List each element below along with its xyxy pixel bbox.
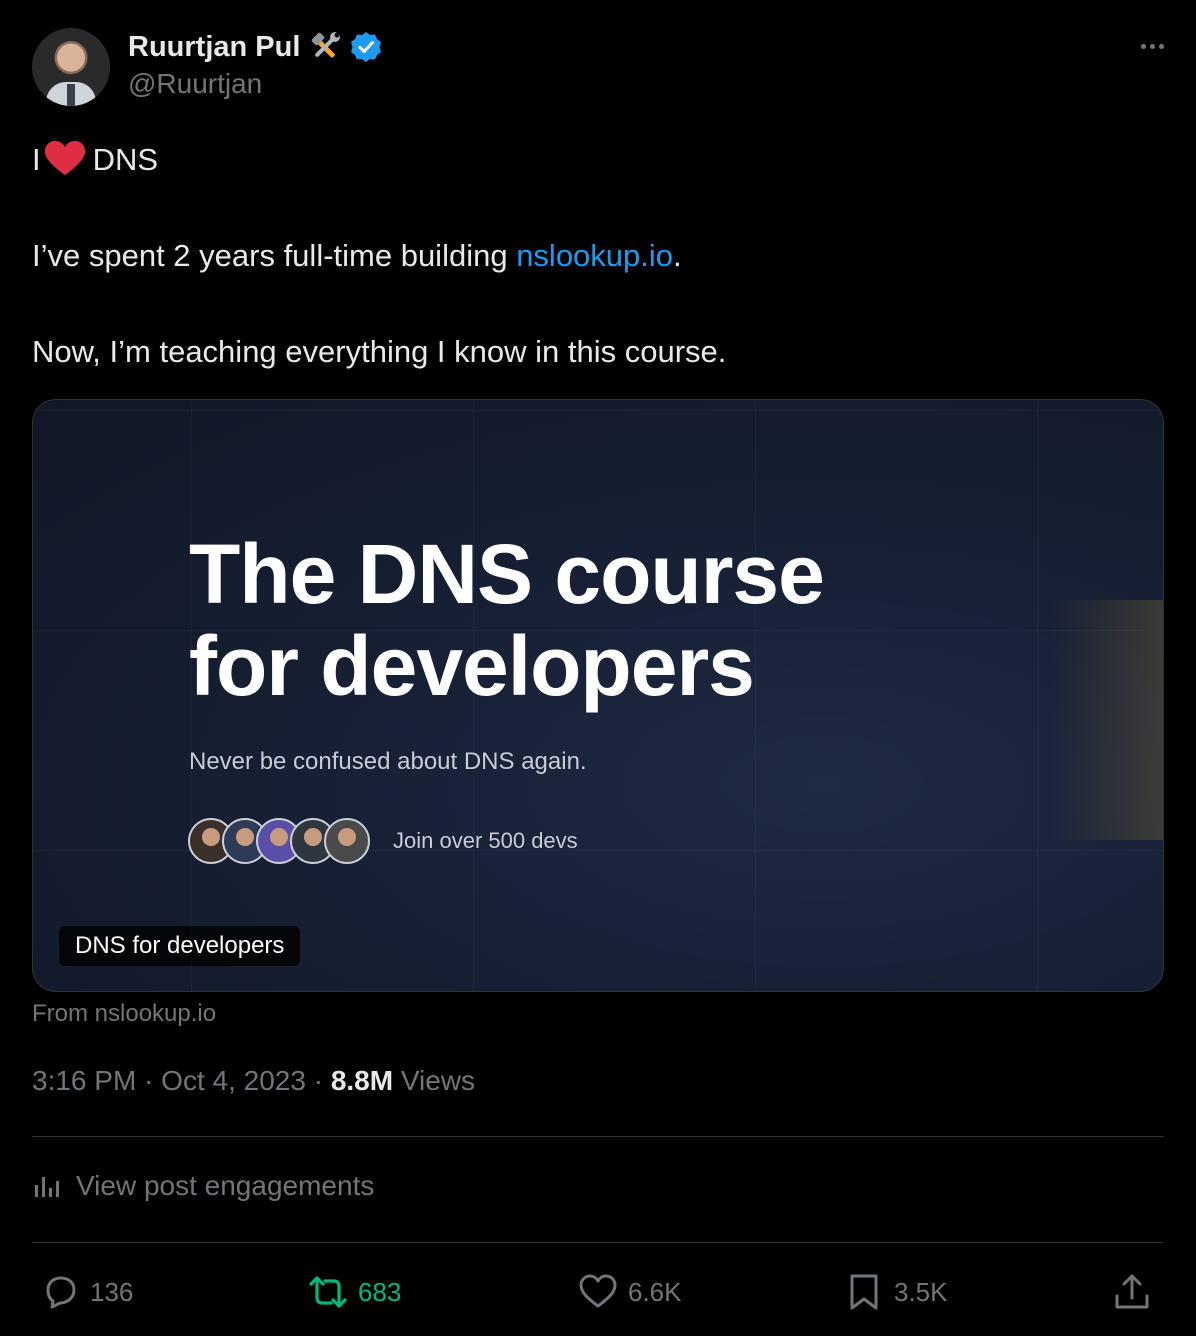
author-name-row: Ruurtjan Pul	[128, 28, 382, 66]
analytics-icon	[35, 1177, 59, 1197]
link-preview-card[interactable]: The DNS course for developers Never be c…	[32, 399, 1164, 992]
tweet-meta: 3:16 PM · Oct 4, 2023 · 8.8M Views	[32, 1065, 475, 1097]
action-bar: 136 683 6.6K 3.5K	[32, 1266, 1164, 1318]
repost-icon	[309, 1276, 347, 1308]
views-count: 8.8M	[330, 1065, 394, 1096]
view-engagements-button[interactable]: View post engagements	[32, 1170, 374, 1202]
dot-icon	[1158, 43, 1164, 49]
reply-count: 136	[90, 1276, 134, 1307]
view-engagements-label: View post engagements	[76, 1170, 375, 1201]
author-handle[interactable]: @Ruurtjan	[128, 68, 262, 100]
avatar-stack	[188, 818, 370, 864]
divider	[32, 1242, 1164, 1243]
card-headline: The DNS course for developers	[189, 528, 1089, 712]
red-heart-icon	[44, 141, 85, 175]
tweet-line-3: Now, I’m teaching everything I know in t…	[32, 334, 727, 369]
tweet-line-1-end: DNS	[92, 142, 159, 177]
dev-avatar	[324, 818, 370, 864]
repost-count: 683	[358, 1276, 402, 1307]
verified-badge-icon[interactable]	[350, 31, 382, 63]
card-headline-line-1: The DNS course	[189, 527, 825, 621]
card-subtitle: Never be confused about DNS again.	[189, 748, 587, 775]
share-icon	[1115, 1274, 1149, 1309]
card-social-proof: Join over 500 devs	[393, 828, 578, 853]
card-headline-line-2: for developers	[189, 619, 755, 713]
tweet-text: I DNS I’ve spent 2 years full-time buildi…	[32, 136, 1162, 376]
card-source-link[interactable]: From nslookup.io	[32, 1000, 216, 1028]
tweet-line-2-end: .	[673, 238, 682, 273]
card-title-label: DNS for developers	[59, 926, 301, 966]
dot-icon	[1149, 43, 1155, 49]
hammer-and-wrench-icon	[312, 32, 341, 58]
dot-icon	[1140, 43, 1146, 49]
author-avatar[interactable]	[32, 28, 110, 106]
tweet-date[interactable]: Oct 4, 2023	[161, 1065, 306, 1096]
meta-separator: ·	[144, 1065, 154, 1096]
like-count: 6.6K	[628, 1276, 682, 1307]
meta-separator: ·	[313, 1065, 324, 1096]
tweet-line-1-start: I	[32, 142, 41, 177]
tweet-line-1: I DNS	[32, 136, 1162, 184]
bookmark-count: 3.5K	[894, 1276, 948, 1307]
author-display-name[interactable]: Ruurtjan Pul	[128, 31, 300, 64]
share-button[interactable]	[1112, 1266, 1152, 1318]
like-button[interactable]: 6.6K	[578, 1266, 682, 1318]
tweet-line-2: I’ve spent 2 years full-time building ns…	[32, 232, 1162, 280]
more-options-button[interactable]	[1134, 30, 1170, 62]
bookmark-button[interactable]: 3.5K	[844, 1266, 948, 1318]
views-label: Views	[400, 1065, 476, 1096]
repost-button[interactable]: 683	[308, 1266, 401, 1318]
bookmark-icon	[850, 1274, 878, 1310]
heart-icon	[579, 1274, 617, 1308]
avatar-tie	[67, 84, 75, 106]
tweet-line-2-start: I’ve spent 2 years full-time building	[32, 238, 517, 273]
reply-icon	[46, 1276, 76, 1309]
nslookup-link[interactable]: nslookup.io	[516, 238, 673, 273]
reply-button[interactable]: 136	[40, 1266, 133, 1318]
tweet-time[interactable]: 3:16 PM	[32, 1065, 136, 1096]
divider	[32, 1136, 1164, 1137]
